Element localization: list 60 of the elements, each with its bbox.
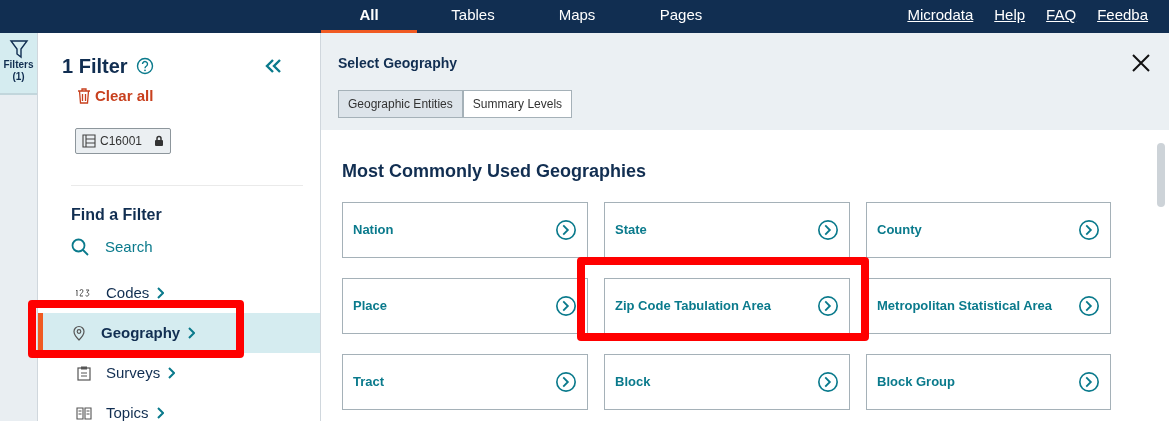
geography-option[interactable]: Zip Code Tabulation Area: [604, 278, 850, 334]
category-label: Topics: [106, 402, 149, 421]
arrow-circle-icon: [1078, 219, 1100, 241]
nav-link[interactable]: Microdata: [907, 0, 974, 33]
chevron-icon: [168, 367, 176, 379]
nav-link[interactable]: FAQ: [1046, 0, 1077, 33]
rail-count: (1): [12, 71, 25, 83]
search-link[interactable]: Search: [71, 235, 153, 258]
geography-option[interactable]: County: [866, 202, 1111, 258]
toggle-option[interactable]: Summary Levels: [462, 90, 573, 118]
nav-tab[interactable]: Pages: [633, 0, 729, 33]
clipboard-icon: [76, 365, 92, 381]
arrow-circle-icon: [817, 295, 839, 317]
arrow-circle-icon: [817, 371, 839, 393]
rail-label[interactable]: Filters: [3, 59, 34, 71]
geography-option[interactable]: Metropolitan Statistical Area: [866, 278, 1111, 334]
filter-icon[interactable]: [8, 39, 29, 59]
trash-icon: [77, 88, 91, 105]
search-icon: [71, 237, 89, 256]
toggle-option[interactable]: Geographic Entities: [338, 90, 463, 118]
filter-chip[interactable]: C16001: [75, 127, 172, 154]
chevron-icon: [156, 407, 164, 419]
nav-tab[interactable]: Tables: [425, 0, 521, 33]
panel-title: 1 Filter: [62, 54, 128, 79]
chevron-icon: [157, 287, 165, 299]
arrow-circle-icon: [817, 219, 839, 241]
section-title: Find a Filter: [71, 204, 163, 225]
dialog-title: Select Geography: [338, 54, 458, 73]
book-icon: [76, 405, 92, 421]
section-heading: Most Commonly Used Geographies: [342, 160, 648, 183]
clear-all-button[interactable]: Clear all: [77, 85, 154, 108]
help-icon[interactable]: [135, 57, 154, 75]
chip-label: C16001: [100, 132, 143, 150]
scrollbar-thumb[interactable]: [1157, 143, 1165, 207]
nav-link[interactable]: Help: [994, 0, 1026, 33]
filter-category[interactable]: Codes: [38, 273, 320, 313]
nav-tab[interactable]: Maps: [529, 0, 625, 33]
geography-option[interactable]: Nation: [342, 202, 588, 258]
arrow-circle-icon: [1078, 295, 1100, 317]
chevron-icon: [188, 327, 196, 339]
category-label: Geography: [101, 322, 181, 343]
geography-option[interactable]: Tract: [342, 354, 588, 410]
nav-link[interactable]: Feedba: [1097, 0, 1148, 33]
geography-option[interactable]: Block Group: [866, 354, 1111, 410]
geography-option[interactable]: Place: [342, 278, 588, 334]
filter-category[interactable]: Topics: [38, 393, 320, 421]
category-label: Codes: [106, 282, 150, 303]
arrow-circle-icon: [1078, 371, 1100, 393]
geography-option[interactable]: State: [604, 202, 850, 258]
arrow-circle-icon: [555, 371, 577, 393]
filter-category[interactable]: Geography: [38, 313, 320, 353]
map-pin-icon: [71, 325, 87, 341]
filter-category[interactable]: Surveys: [38, 353, 320, 393]
collapse-icon[interactable]: [264, 58, 282, 74]
category-label: Surveys: [106, 362, 161, 383]
geography-option[interactable]: Block: [604, 354, 850, 410]
close-icon[interactable]: [1131, 53, 1151, 73]
arrow-circle-icon: [555, 295, 577, 317]
table-icon: [82, 133, 96, 148]
arrow-circle-icon: [555, 219, 577, 241]
